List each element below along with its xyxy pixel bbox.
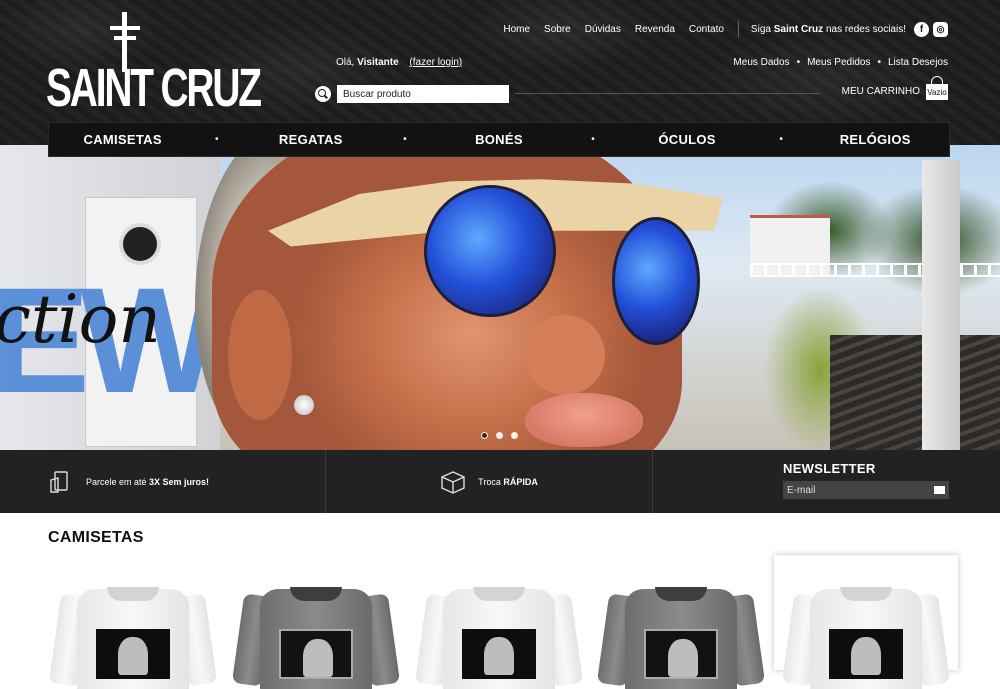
topnav-home[interactable]: Home [503, 24, 530, 35]
main-category-nav: CAMISETAS • REGATAS • BONÉS • ÓCULOS • R… [48, 122, 950, 157]
product-card-featured[interactable] [774, 555, 958, 689]
cart-status: Vazio [926, 84, 948, 100]
topnav-divider [737, 21, 739, 37]
header-divider-line [515, 93, 820, 94]
installments-highlight: 3X Sem juros! [149, 476, 210, 487]
topnav-contato[interactable]: Contato [689, 24, 724, 35]
product-image[interactable] [781, 587, 951, 689]
greeting-hello: Olá, [336, 57, 358, 68]
hero-deck [830, 335, 1000, 450]
newsletter-box: NEWSLETTER [653, 450, 1000, 513]
brand-wordmark: SAINT CRUZ [46, 58, 262, 118]
hero-sunglasses-lens-left [424, 185, 556, 317]
carousel-dot-3[interactable] [511, 432, 518, 439]
exchange-highlight: RÁPIDA [503, 476, 538, 487]
hero-earring [294, 395, 314, 415]
newsletter-form [783, 481, 949, 499]
shirt-collar [655, 587, 707, 601]
nav-separator: • [403, 134, 407, 145]
login-link[interactable]: (fazer login) [409, 57, 462, 68]
shirt-collar [107, 587, 159, 601]
search-input[interactable] [337, 85, 509, 103]
product-image[interactable] [414, 587, 584, 689]
topnav-duvidas[interactable]: Dúvidas [585, 24, 621, 35]
hero-banner[interactable]: EW ction [0, 145, 1000, 450]
product-card[interactable] [48, 555, 218, 689]
envelope-icon[interactable] [929, 481, 949, 499]
cart-widget[interactable]: MEU CARRINHO Vazio [842, 76, 948, 100]
topnav-revenda[interactable]: Revenda [635, 24, 675, 35]
nav-separator: • [214, 134, 219, 145]
brand-logo[interactable]: SAINT CRUZ [46, 12, 262, 118]
nav-relogios[interactable]: RELÓGIOS [820, 132, 930, 147]
hero-fence [750, 263, 1000, 277]
installments-text: Parcele em até 3X Sem juros! [86, 477, 209, 487]
top-navigation: Home Sobre Dúvidas Revenda Contato Siga … [503, 20, 1000, 38]
carousel-dot-2[interactable] [496, 432, 503, 439]
shirt-print [644, 629, 718, 679]
social-brand: Saint Cruz [773, 23, 824, 35]
greeting-user: Visitante [357, 57, 399, 68]
product-card[interactable] [414, 555, 584, 689]
topnav-sobre[interactable]: Sobre [544, 24, 571, 35]
cart-label: MEU CARRINHO [841, 86, 920, 97]
newsletter-email-input[interactable] [783, 481, 929, 499]
installments-prefix: Parcele em até [86, 476, 150, 487]
hero-overlay-script: ction [0, 281, 161, 358]
facebook-icon[interactable]: f [914, 21, 929, 37]
shirt-collar [473, 587, 525, 601]
exchange-prefix: Troca [478, 476, 504, 487]
visitor-greeting: Olá, Visitante (fazer login) [336, 57, 462, 68]
shirt-print [279, 629, 353, 679]
nav-separator: • [779, 134, 783, 145]
my-data-link[interactable]: Meus Dados [733, 57, 789, 68]
hero-model-nose [525, 315, 605, 395]
box-icon [440, 470, 465, 494]
nav-camisetas[interactable]: CAMISETAS [68, 132, 178, 147]
social-follow-text: Siga Saint Cruz nas redes sociais! [751, 24, 906, 35]
nav-separator: • [591, 134, 595, 145]
hero-umbrella [922, 160, 960, 450]
carousel-dot-1[interactable] [481, 432, 488, 439]
card-payment-icon [48, 470, 72, 494]
nav-regatas[interactable]: REGATAS [256, 132, 366, 147]
social-prefix: Siga [750, 23, 774, 35]
product-grid [48, 555, 958, 689]
section-title: CAMISETAS [48, 529, 144, 546]
shirt-collar [290, 587, 342, 601]
search-icon[interactable] [315, 86, 331, 102]
product-image[interactable] [231, 587, 401, 689]
newsletter-title: NEWSLETTER [783, 461, 876, 476]
hero-model-lips [525, 393, 643, 447]
product-image[interactable] [596, 587, 766, 689]
info-bar: Parcele em até 3X Sem juros! Troca RÁPID… [0, 450, 1000, 513]
product-image[interactable] [48, 587, 218, 689]
instagram-icon[interactable]: ◎ [933, 21, 948, 37]
nav-bones[interactable]: BONÉS [444, 132, 554, 147]
exchange-text: Troca RÁPIDA [478, 477, 538, 487]
hero-model-ear [228, 290, 292, 420]
product-card[interactable] [231, 555, 401, 689]
shirt-print [96, 629, 170, 679]
installments-info: Parcele em até 3X Sem juros! [0, 450, 326, 513]
hero-sunglasses-lens-right [612, 217, 700, 345]
my-orders-link[interactable]: Meus Pedidos [807, 57, 870, 68]
exchange-info: Troca RÁPIDA [326, 450, 653, 513]
separator-dot: • [796, 57, 801, 68]
account-links: Meus Dados • Meus Pedidos • Lista Desejo… [733, 57, 948, 68]
social-suffix: nas redes sociais! [823, 23, 906, 35]
wishlist-link[interactable]: Lista Desejos [888, 57, 948, 68]
search-bar [315, 85, 509, 103]
product-card[interactable] [596, 555, 766, 689]
envelope-shape [933, 486, 945, 494]
shirt-collar [840, 587, 892, 601]
shopping-bag-icon[interactable]: Vazio [926, 76, 948, 100]
shirt-print [462, 629, 536, 679]
shirt-print [829, 629, 903, 679]
separator-dot: • [877, 57, 881, 68]
nav-oculos[interactable]: ÓCULOS [632, 132, 742, 147]
carousel-dots [481, 432, 526, 439]
